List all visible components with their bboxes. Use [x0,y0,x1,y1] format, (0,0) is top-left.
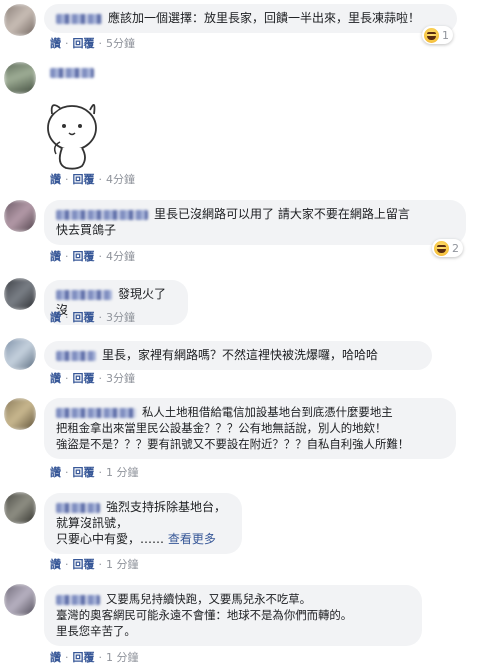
avatar[interactable] [4,584,36,616]
timestamp[interactable]: 4分鐘 [106,250,135,263]
like-link[interactable]: 讚 [50,250,61,263]
reaction-count: 2 [452,241,459,255]
separator-dot: · [65,250,69,263]
comment-text: 里長，家裡有網路嗎？不然這裡快被洗爆囉，哈哈哈 [102,348,379,362]
comment-actions: 讚 · 回覆 · 3分鐘 [50,372,135,386]
separator-dot: · [65,173,69,186]
like-link[interactable]: 讚 [50,37,61,50]
haha-icon [424,27,439,43]
like-link[interactable]: 讚 [50,466,61,479]
like-link[interactable]: 讚 [50,372,61,385]
reaction-count: 1 [442,28,449,42]
reply-link[interactable]: 回覆 [73,37,95,50]
reply-link[interactable]: 回覆 [73,466,95,479]
timestamp[interactable]: 5分鐘 [106,37,135,50]
avatar[interactable] [4,278,36,310]
comment-bubble: 又要馬兒持續快跑，又要馬兒永不吃草。 臺灣的奧客網民可能永遠不會懂：地球不是為你… [44,585,422,646]
separator-dot: · [65,37,69,50]
comment-actions: 讚 · 回覆 · 1 分鐘 [50,558,139,572]
like-link[interactable]: 讚 [50,651,61,664]
commenter-name[interactable] [56,407,136,418]
separator-dot: · [98,250,103,263]
commenter-name[interactable] [56,350,96,361]
avatar[interactable] [4,492,36,524]
comment-text: 又要馬兒持續快跑，又要馬兒永不吃草。 臺灣的奧客網民可能永遠不會懂：地球不是為你… [56,592,353,638]
separator-dot: · [98,37,103,50]
separator-dot: · [98,558,103,571]
separator-dot: · [98,466,103,479]
timestamp[interactable]: 3分鐘 [106,372,135,385]
separator-dot: · [98,372,103,385]
reply-link[interactable]: 回覆 [73,372,95,385]
comment-actions: 讚 · 回覆 · 1 分鐘 [50,651,139,665]
reaction-badge[interactable]: 2 [432,239,463,257]
reply-link[interactable]: 回覆 [73,173,95,186]
separator-dot: · [65,466,69,479]
commenter-name[interactable] [50,68,94,78]
avatar[interactable] [4,338,36,370]
comment-actions: 讚 · 回覆 · 4分鐘 [50,173,135,187]
comment-actions: 讚 · 回覆 · 3分鐘 [50,311,135,325]
commenter-name[interactable] [56,209,148,220]
commenter-name[interactable] [56,289,112,300]
comment-bubble: 里長已沒網路可以用了 請大家不要在網路上留言 快去買鴿子 [44,200,466,245]
separator-dot: · [98,651,103,664]
commenter-name[interactable] [56,594,100,605]
reply-link[interactable]: 回覆 [73,311,95,324]
white-cat-sticker [47,104,97,170]
separator-dot: · [98,173,103,186]
timestamp[interactable]: 1 分鐘 [106,466,139,479]
comment-bubble: 里長，家裡有網路嗎？不然這裡快被洗爆囉，哈哈哈 [44,341,432,370]
comment-text: 應該加一個選擇：放里長家，回饋一半出來，里長凍蒜啦！ [108,11,421,25]
like-link[interactable]: 讚 [50,173,61,186]
comment-bubble: 應該加一個選擇：放里長家，回饋一半出來，里長凍蒜啦！ [44,4,457,33]
separator-dot: · [65,311,69,324]
like-link[interactable]: 讚 [50,558,61,571]
avatar[interactable] [4,4,36,36]
comment-actions: 讚 · 回覆 · 5分鐘 [50,37,135,51]
timestamp[interactable]: 3分鐘 [106,311,135,324]
timestamp[interactable]: 1 分鐘 [106,558,139,571]
separator-dot: · [65,558,69,571]
avatar[interactable] [4,62,36,94]
reply-link[interactable]: 回覆 [73,558,95,571]
commenter-name[interactable] [56,13,102,24]
reply-link[interactable]: 回覆 [73,651,95,664]
see-more-link[interactable]: 查看更多 [168,532,216,546]
reaction-badge[interactable]: 1 [422,26,453,44]
comment-bubble: 私人土地租借給電信加設基地台到底憑什麼要地主 把租金拿出來當里民公設基金？？？公… [44,398,456,459]
comment-actions: 讚 · 回覆 · 4分鐘 [50,250,135,264]
separator-dot: · [65,651,69,664]
comment-bubble: 強烈支持拆除基地台， 就算沒訊號， 只要心中有愛，…… 查看更多 [44,493,242,554]
commenter-name[interactable] [56,502,100,513]
haha-icon [434,240,449,256]
timestamp[interactable]: 4分鐘 [106,173,135,186]
avatar[interactable] [4,398,36,430]
separator-dot: · [65,372,69,385]
comment-actions: 讚 · 回覆 · 1 分鐘 [50,466,139,480]
like-link[interactable]: 讚 [50,311,61,324]
avatar[interactable] [4,200,36,232]
reply-link[interactable]: 回覆 [73,250,95,263]
separator-dot: · [98,311,103,324]
timestamp[interactable]: 1 分鐘 [106,651,139,664]
